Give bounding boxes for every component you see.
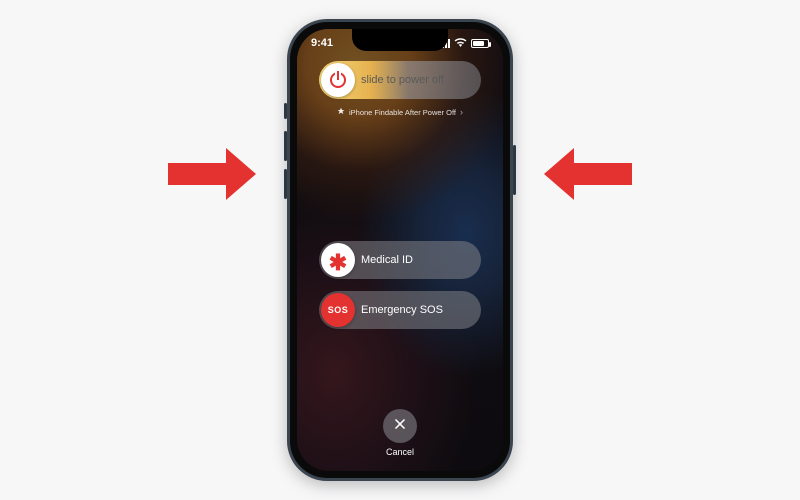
cancel-button[interactable]: [383, 409, 417, 443]
medical-asterisk-icon: ✱: [329, 252, 347, 274]
findable-text: iPhone Findable After Power Off: [349, 108, 456, 117]
battery-icon: [471, 39, 489, 48]
volume-up-button[interactable]: [284, 131, 287, 161]
power-off-slider[interactable]: slide to power off: [319, 61, 481, 99]
arrow-right: [544, 148, 632, 200]
medical-id-knob[interactable]: ✱: [321, 243, 355, 277]
emergency-sos-slider[interactable]: SOS Emergency SOS: [319, 291, 481, 329]
medical-id-slider[interactable]: ✱ Medical ID: [319, 241, 481, 279]
emergency-sos-knob[interactable]: SOS: [321, 293, 355, 327]
volume-down-button[interactable]: [284, 169, 287, 199]
power-off-label: slide to power off: [361, 74, 444, 86]
silent-switch[interactable]: [284, 103, 287, 119]
screen: 9:41 slide to power off iPhone Fi: [297, 29, 503, 471]
arrow-left: [168, 148, 256, 200]
iphone-device-frame: 9:41 slide to power off iPhone Fi: [287, 19, 513, 481]
notch: [352, 29, 448, 51]
chevron-right-icon: ›: [460, 107, 463, 117]
power-icon: [330, 72, 346, 88]
medical-id-label: Medical ID: [361, 254, 413, 266]
close-icon: [393, 417, 407, 436]
status-time: 9:41: [311, 37, 333, 49]
power-off-knob[interactable]: [321, 63, 355, 97]
wifi-icon: [454, 37, 467, 50]
location-icon: [337, 107, 345, 117]
cancel-label: Cancel: [386, 447, 414, 457]
side-power-button[interactable]: [513, 145, 516, 195]
emergency-sos-label: Emergency SOS: [361, 304, 443, 316]
findable-link[interactable]: iPhone Findable After Power Off ›: [337, 107, 463, 117]
sos-icon-text: SOS: [328, 305, 349, 315]
